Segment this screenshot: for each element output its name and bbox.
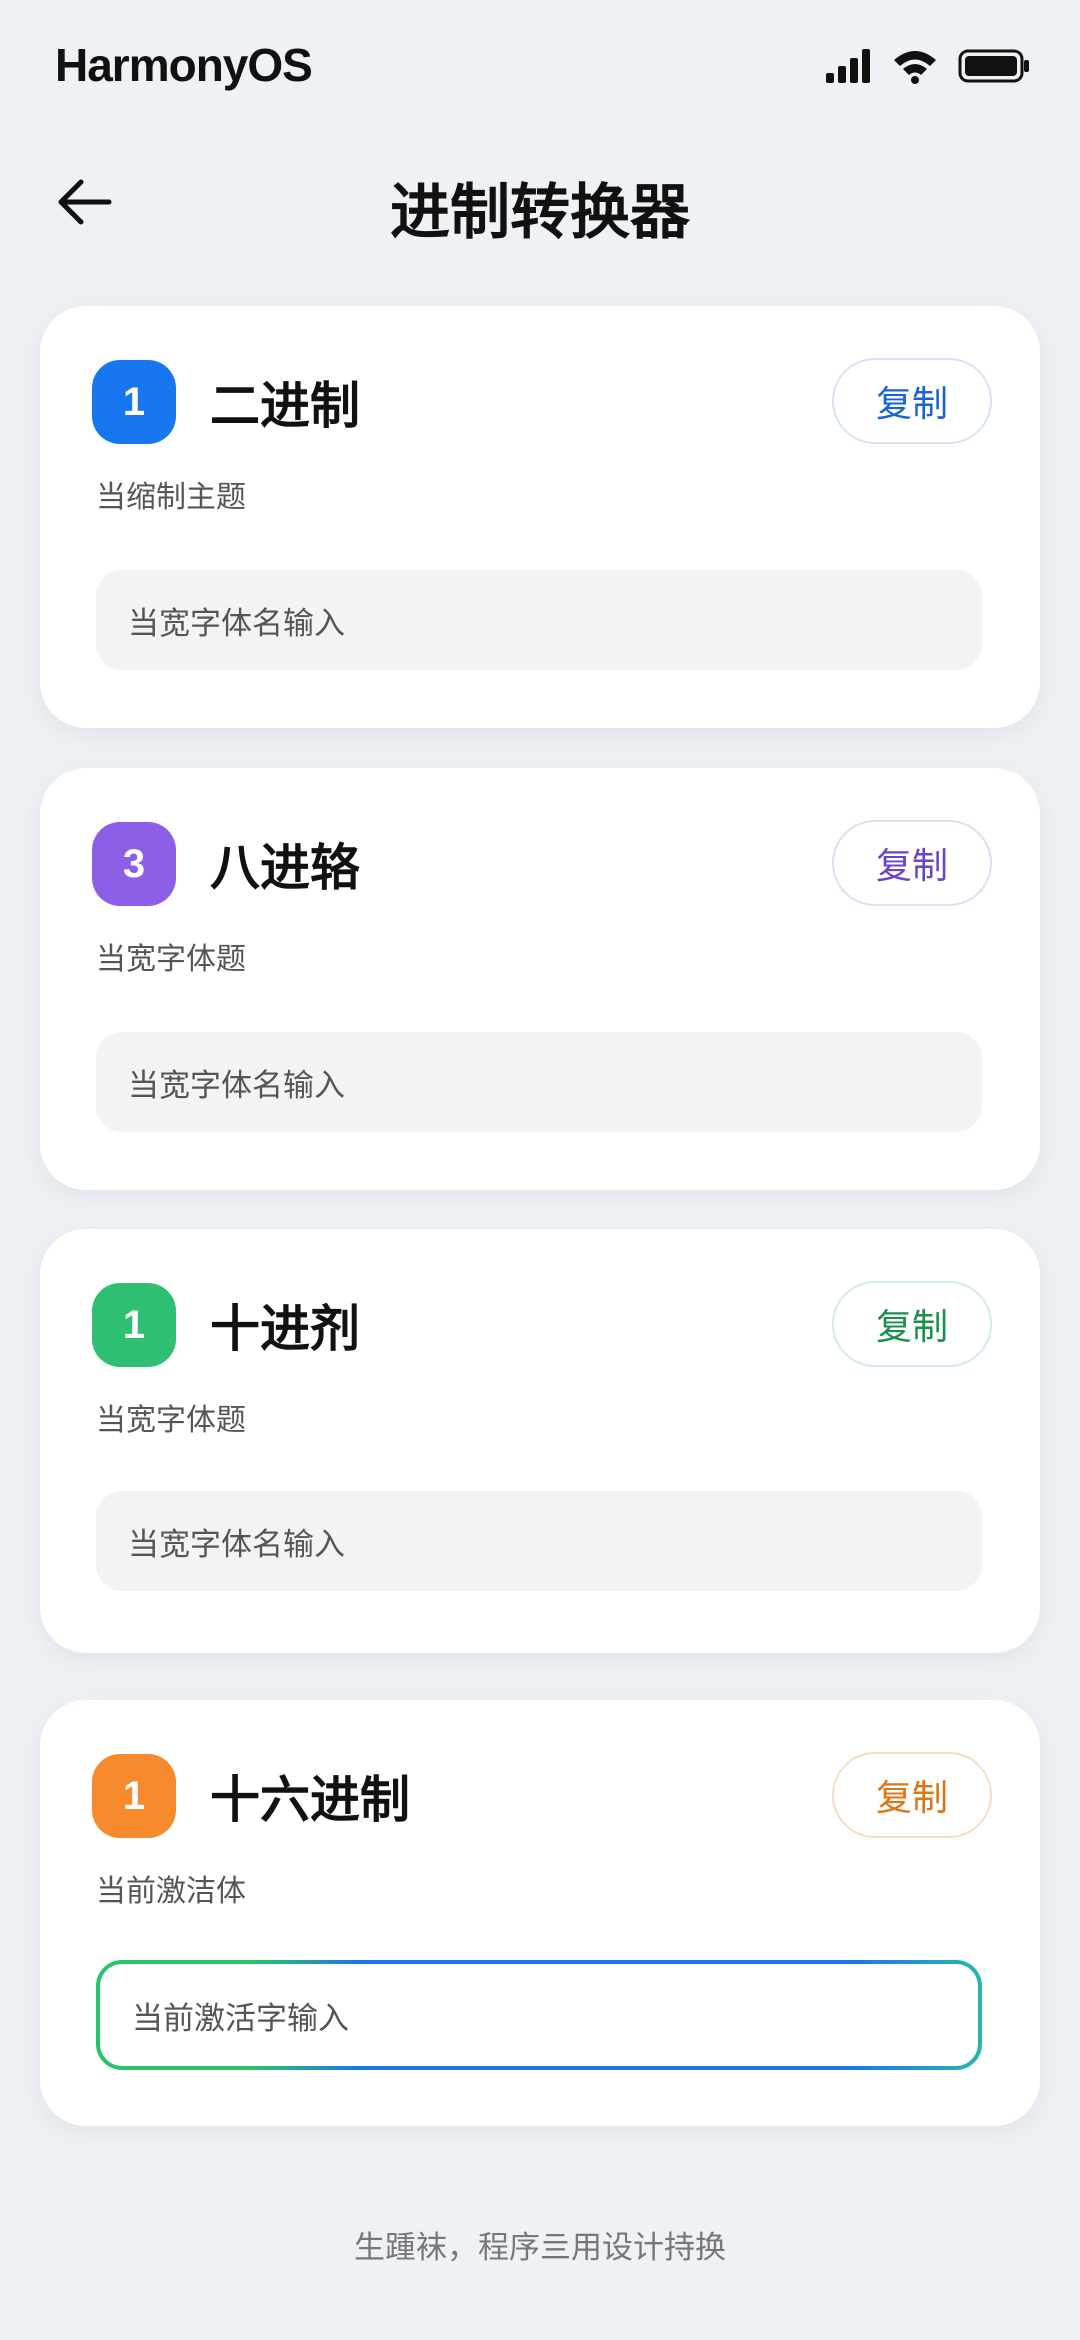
card-title: 八进辂 [210,839,360,897]
card-title: 十六进制 [210,1771,410,1829]
brand-logo: HarmonyOS [55,39,313,91]
footer-note: 生踵袜，程序亖用设计持换 [354,2230,726,2266]
card-subtitle: 当宽字体题 [96,942,246,977]
hexadecimal-input[interactable]: 当前激活字输入 [96,1960,982,2070]
copy-button[interactable]: 复制 [832,358,992,444]
decimal-card: 1 十进剂 复制 当宽字体题 当宽字体名输入 [40,1229,1040,1653]
hexadecimal-card: 1 十六进制 复制 当前激洁体 当前激活字输入 [40,1700,1040,2126]
signal-icon [826,49,872,87]
card-subtitle: 当前激洁体 [96,1874,246,1909]
binary-input[interactable]: 当宽字体名输入 [96,570,982,670]
page-title: 进制转换器 [390,178,690,248]
octal-input[interactable]: 当宽字体名输入 [96,1032,982,1132]
card-badge: 3 [92,822,176,906]
card-subtitle: 当宽字体题 [96,1403,246,1438]
decimal-input[interactable]: 当宽字体名输入 [96,1491,982,1591]
card-badge: 1 [92,1754,176,1838]
card-badge: 1 [92,1283,176,1367]
top-app-bar: 进制转换器 [0,150,1080,250]
wifi-icon [892,48,938,88]
octal-card: 3 八进辂 复制 当宽字体题 当宽字体名输入 [40,768,1040,1190]
battery-icon [958,49,1030,87]
card-title: 十进剂 [210,1300,360,1358]
copy-button[interactable]: 复制 [832,1752,992,1838]
card-badge: 1 [92,360,176,444]
card-subtitle: 当缩制主题 [96,480,246,515]
status-bar: HarmonyOS [0,0,1080,130]
copy-button[interactable]: 复制 [832,1281,992,1367]
card-title: 二进制 [210,377,360,435]
copy-button[interactable]: 复制 [832,820,992,906]
system-icons [826,48,1030,88]
binary-card: 1 二进制 复制 当缩制主题 当宽字体名输入 [40,306,1040,728]
